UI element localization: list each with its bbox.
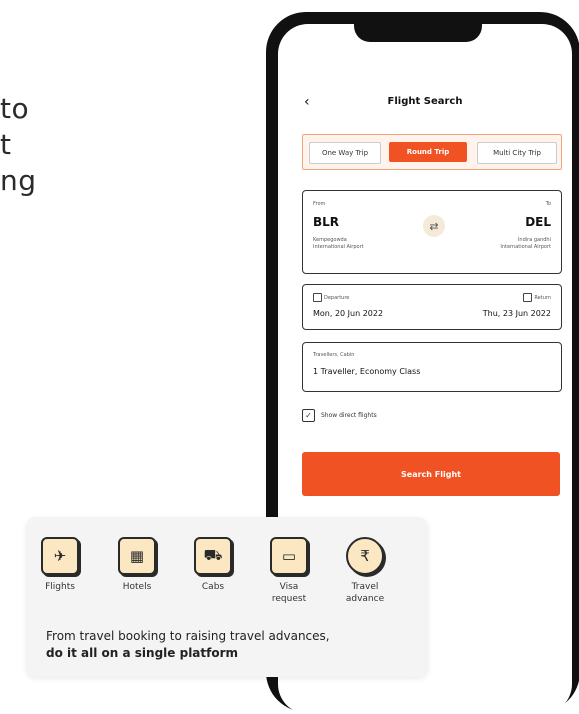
page-title: Flight Search [387, 96, 463, 107]
feature-label: Cabs [201, 582, 225, 592]
from-code[interactable]: BLR [313, 215, 339, 229]
calendar-icon [523, 293, 533, 302]
traveller-value: 1 Traveller, Economy Class [313, 367, 421, 376]
departure-label-text: Departure [324, 295, 350, 301]
traveller-label: Travellers, Cabin [313, 352, 355, 358]
tagline: From travel booking to raising travel ad… [46, 628, 330, 662]
feature-label: Flights [45, 582, 75, 592]
calendar-icon [313, 293, 322, 302]
route-field[interactable]: From To BLR DEL ⇄ Kempegowda Internation… [302, 190, 562, 274]
checkbox-checked-icon[interactable]: ✓ [302, 408, 315, 422]
airplane-icon: ✈ [41, 537, 79, 575]
car-icon: ⛟ [194, 537, 232, 575]
hero-text-line-1: to [0, 92, 30, 125]
tagline-line-2: do it all on a single platform [46, 646, 239, 660]
direct-flights-toggle[interactable]: ✓ Show direct flights [302, 408, 377, 422]
feature-label-line-2: advance [345, 594, 385, 604]
return-label: Return [523, 293, 551, 302]
departure-label: Departure [313, 293, 349, 302]
feature-visa-request[interactable]: ▭ Visa request [259, 537, 319, 605]
feature-label: Hotels [122, 582, 152, 592]
to-airport: Indira gandhi International Airport [500, 237, 551, 251]
return-label-text: Return [534, 295, 551, 301]
hotel-icon: ▦ [118, 537, 156, 575]
return-date[interactable]: Thu, 23 Jun 2022 [483, 309, 551, 318]
to-airport-line-1: Indira gandhi [517, 237, 551, 243]
tab-multi-city-trip[interactable]: Multi City Trip [477, 142, 557, 164]
ticket-icon: ▭ [270, 537, 308, 575]
feature-hotels[interactable]: ▦ Hotels [107, 537, 167, 593]
feature-label: Travel advance [335, 581, 395, 605]
from-label: From [313, 201, 326, 207]
traveller-cabin-field[interactable]: Travellers, Cabin 1 Traveller, Economy C… [302, 342, 562, 392]
feature-label-line-2: request [271, 594, 307, 604]
hero-text-line-2: t [0, 128, 12, 161]
from-airport: Kempegowda International Airport [313, 237, 364, 251]
feature-label: Visa request [259, 581, 319, 605]
feature-travel-advance[interactable]: ₹ Travel advance [335, 537, 395, 605]
trip-type-tabs: One Way Trip Round Trip Multi City Trip [302, 134, 562, 170]
hero-text-line-3: ng [0, 164, 37, 197]
dates-field[interactable]: Departure Return Mon, 20 Jun 2022 Thu, 2… [302, 284, 562, 330]
from-airport-line-1: Kempegowda [313, 237, 347, 243]
direct-flights-label: Show direct flights [321, 411, 377, 419]
search-flight-button[interactable]: Search Flight [302, 452, 560, 496]
phone-notch [354, 24, 482, 42]
feature-flights[interactable]: ✈ Flights [30, 537, 90, 593]
tagline-line-1: From travel booking to raising travel ad… [46, 629, 330, 643]
departure-date[interactable]: Mon, 20 Jun 2022 [313, 309, 383, 318]
feature-label-line-1: Visa [279, 582, 299, 592]
swap-icon[interactable]: ⇄ [423, 215, 445, 237]
rupee-coin-icon: ₹ [346, 537, 384, 575]
tab-round-trip[interactable]: Round Trip [389, 142, 467, 162]
from-airport-line-2: International Airport [313, 244, 364, 250]
to-airport-line-2: International Airport [500, 244, 551, 250]
to-label: To [545, 201, 551, 207]
tab-one-way-trip[interactable]: One Way Trip [309, 142, 381, 164]
to-code[interactable]: DEL [525, 215, 551, 229]
feature-label-line-1: Travel [351, 582, 379, 592]
features-card: ✈ Flights ▦ Hotels ⛟ Cabs ▭ Visa request… [26, 517, 428, 677]
feature-cabs[interactable]: ⛟ Cabs [183, 537, 243, 593]
